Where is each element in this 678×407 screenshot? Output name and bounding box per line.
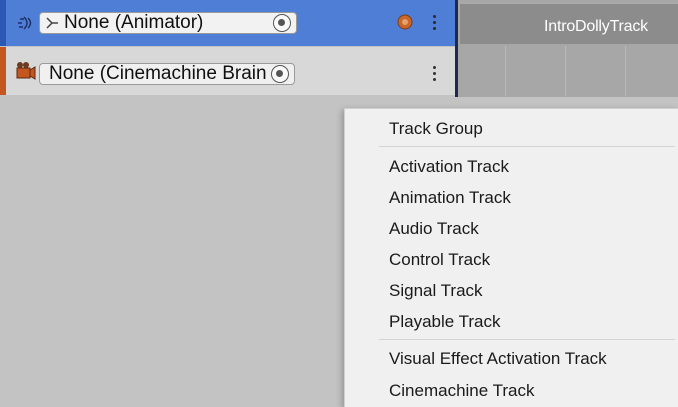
more-options-icon[interactable] (431, 66, 437, 84)
animator-binding-field[interactable]: None (Animator) (39, 12, 297, 34)
menu-item-animation-track[interactable]: Animation Track (389, 188, 511, 208)
header-timeline-divider[interactable] (455, 0, 458, 97)
timeline-clip[interactable]: IntroDollyTrack (460, 2, 678, 44)
more-options-icon[interactable] (431, 15, 437, 33)
timeline-gridline (505, 46, 506, 96)
menu-item-signal-track[interactable]: Signal Track (389, 281, 483, 301)
menu-item-activation-track[interactable]: Activation Track (389, 157, 509, 177)
timeline-gridline (565, 46, 566, 96)
cinemachine-track-header[interactable]: None (Cinemachine Brain (0, 47, 456, 95)
object-picker-icon[interactable] (271, 65, 289, 83)
record-icon[interactable] (396, 13, 414, 31)
animator-binding-label: None (Animator) (64, 12, 204, 33)
cinemachine-brain-binding-field[interactable]: None (Cinemachine Brain (39, 63, 295, 85)
object-picker-icon[interactable] (273, 14, 291, 32)
cinemachine-brain-binding-label: None (Cinemachine Brain (49, 63, 267, 84)
animator-field-icon (46, 17, 58, 29)
menu-item-audio-track[interactable]: Audio Track (389, 219, 479, 239)
menu-item-track-group[interactable]: Track Group (389, 119, 483, 139)
cinemachine-track-icon (16, 62, 36, 80)
menu-item-playable-track[interactable]: Playable Track (389, 312, 501, 332)
animator-track-icon (18, 16, 32, 30)
menu-separator (379, 146, 675, 147)
clip-label: IntroDollyTrack (544, 18, 648, 35)
menu-item-visual-effect-activation-track[interactable]: Visual Effect Activation Track (389, 349, 607, 369)
animator-track-header[interactable]: None (Animator) (0, 0, 456, 46)
menu-item-control-track[interactable]: Control Track (389, 250, 490, 270)
menu-separator (379, 339, 675, 340)
menu-item-cinemachine-track[interactable]: Cinemachine Track (389, 381, 535, 401)
timeline-gridline (625, 46, 626, 96)
add-track-context-menu: Track Group Activation Track Animation T… (344, 108, 678, 407)
